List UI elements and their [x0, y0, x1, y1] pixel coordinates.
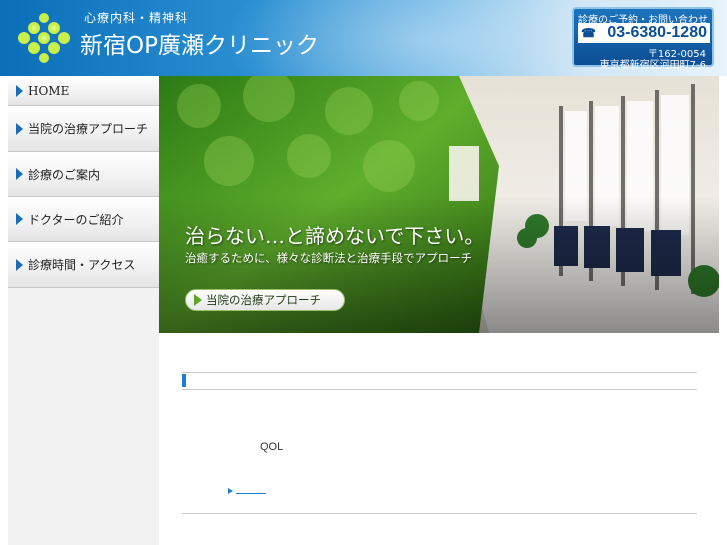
more-link[interactable] — [228, 487, 266, 494]
chevron-right-icon — [16, 213, 23, 225]
site-header: 心療内科・精神科 新宿OP廣瀬クリニック 診療のご予約・お問い合わせ ☎ 03-… — [0, 0, 727, 76]
approach-button[interactable]: 当院の治療アプローチ — [185, 289, 345, 311]
phone-icon: ☎ — [581, 26, 596, 40]
chevron-right-icon — [16, 168, 23, 180]
section-heading-bar — [182, 372, 697, 390]
section-marker — [182, 374, 186, 387]
contact-box: 診療のご予約・お問い合わせ ☎ 03-6380-1280 〒162-0054 東… — [572, 7, 714, 71]
sidebar-item-label: 診療のご案内 — [28, 167, 101, 182]
sidebar-item-guide[interactable]: 診療のご案内 — [8, 152, 159, 197]
clinic-subtitle: 心療内科・精神科 — [84, 11, 189, 25]
sidebar-nav: HOME 当院の治療アプローチ 診療のご案内 ドクターのご紹介 診療時間・アクセ… — [8, 76, 159, 545]
clinic-name[interactable]: 新宿OP廣瀬クリニック — [80, 26, 319, 60]
hero-banner: 治らない…と諦めないで下さい。 治癒するために、様々な診断法と治療手段でアプロー… — [159, 76, 719, 333]
sidebar-item-label: 診療時間・アクセス — [28, 258, 136, 272]
approach-button-label: 当院の治療アプローチ — [206, 293, 321, 307]
chevron-right-icon — [16, 258, 23, 271]
hero-subline: 治癒するために、様々な診断法と治療手段でアプローチ — [185, 251, 473, 265]
sidebar-item-label: ドクターのご紹介 — [28, 212, 124, 227]
chevron-right-icon — [16, 84, 23, 97]
sidebar-item-access[interactable]: 診療時間・アクセス — [8, 242, 159, 288]
link-underline[interactable] — [236, 493, 266, 494]
sidebar-item-doctor[interactable]: ドクターのご紹介 — [8, 197, 159, 242]
sidebar-item-home[interactable]: HOME — [8, 76, 159, 106]
qol-text: QOL — [260, 441, 284, 453]
hero-headline: 治らない…と諦めないで下さい。 — [185, 224, 485, 248]
contact-address: 東京都新宿区河田町7-6 — [599, 60, 706, 71]
phone-number[interactable]: 03-6380-1280 — [607, 24, 707, 41]
chevron-right-icon — [16, 122, 23, 135]
sidebar-item-label: HOME — [28, 83, 70, 98]
content-divider — [182, 513, 697, 514]
sidebar-filler — [8, 288, 159, 545]
arrow-right-icon — [194, 294, 202, 306]
sidebar-item-label: 当院の治療アプローチ — [28, 122, 149, 136]
link-arrow-icon — [228, 487, 233, 494]
contact-phone[interactable]: ☎ 03-6380-1280 — [578, 23, 710, 43]
sidebar-item-approach[interactable]: 当院の治療アプローチ — [8, 106, 159, 152]
clinic-logo-icon[interactable] — [14, 12, 74, 64]
